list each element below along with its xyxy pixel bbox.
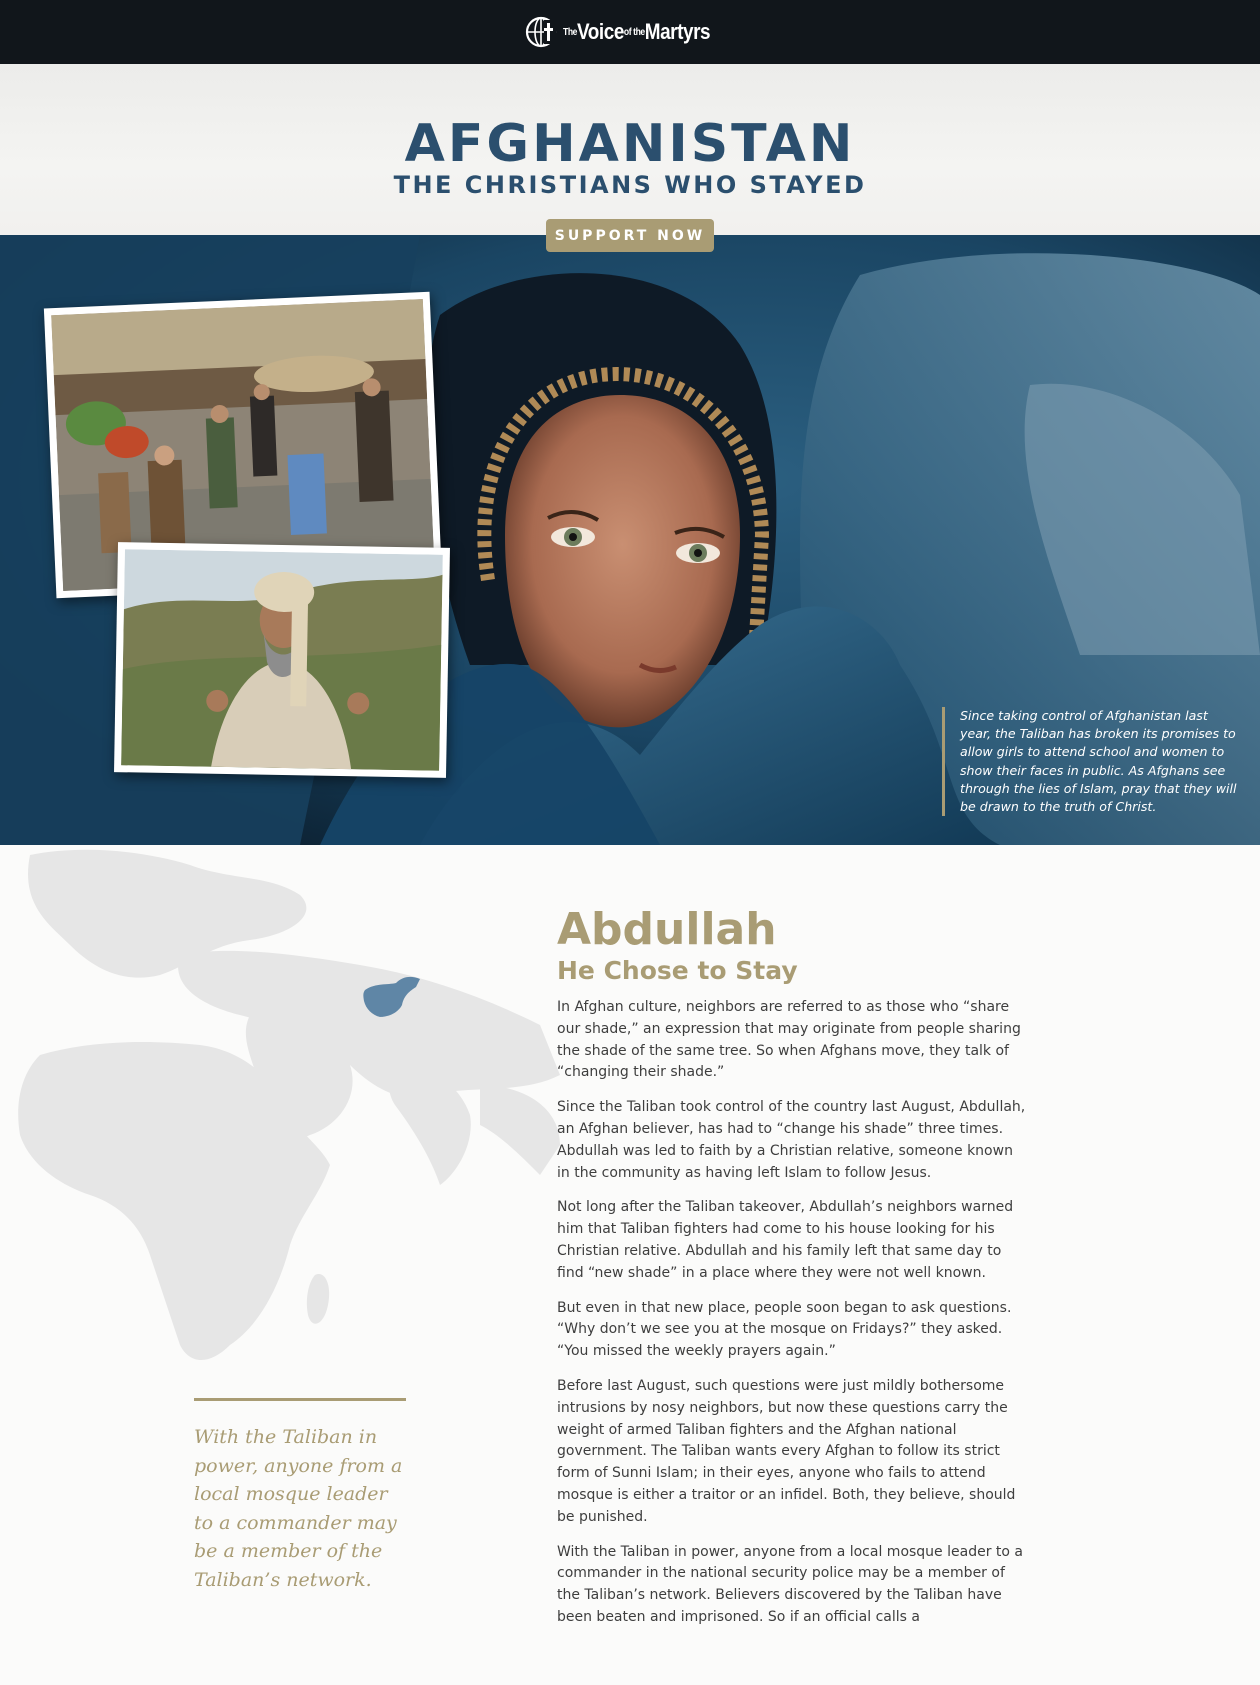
page-subtitle: THE CHRISTIANS WHO STAYED [393, 171, 867, 199]
story-paragraph: Before last August, such questions were … [557, 1377, 1016, 1525]
hero-quote: Since taking control of Afghanistan last… [942, 707, 1242, 817]
story-subtitle: He Chose to Stay [557, 956, 798, 985]
page-title: AFGHANISTAN [404, 114, 856, 174]
support-now-button[interactable]: SUPPORT NOW [546, 219, 714, 252]
pull-quote-text: With the Taliban in power, anyone from a… [194, 1426, 403, 1591]
story-paragraph: But even in that new place, people soon … [557, 1299, 1012, 1360]
vom-logo[interactable]: TheVoiceof theMartyrs [525, 16, 734, 48]
hero-banner: Since taking control of Afghanistan last… [0, 235, 1260, 845]
story-article: Abdullah He Chose to Stay In Afghan cult… [557, 905, 1027, 1642]
pull-quote: With the Taliban in power, anyone from a… [194, 1398, 406, 1595]
story-paragraph: Not long after the Taliban takeover, Abd… [557, 1199, 1014, 1281]
story-name: Abdullah [557, 904, 777, 955]
top-bar: TheVoiceof theMartyrs [0, 0, 1260, 64]
story-paragraph: With the Taliban in power, anyone from a… [557, 1543, 1023, 1625]
globe-cross-icon [526, 16, 557, 48]
story-paragraph: In Afghan culture, neighbors are referre… [557, 999, 1021, 1081]
photo-afghan-man-turban [114, 542, 450, 778]
logo-wordmark: TheVoiceof theMartyrs [563, 19, 711, 44]
story-paragraph: Since the Taliban took control of the co… [557, 1099, 1026, 1181]
world-map [18, 849, 560, 1360]
